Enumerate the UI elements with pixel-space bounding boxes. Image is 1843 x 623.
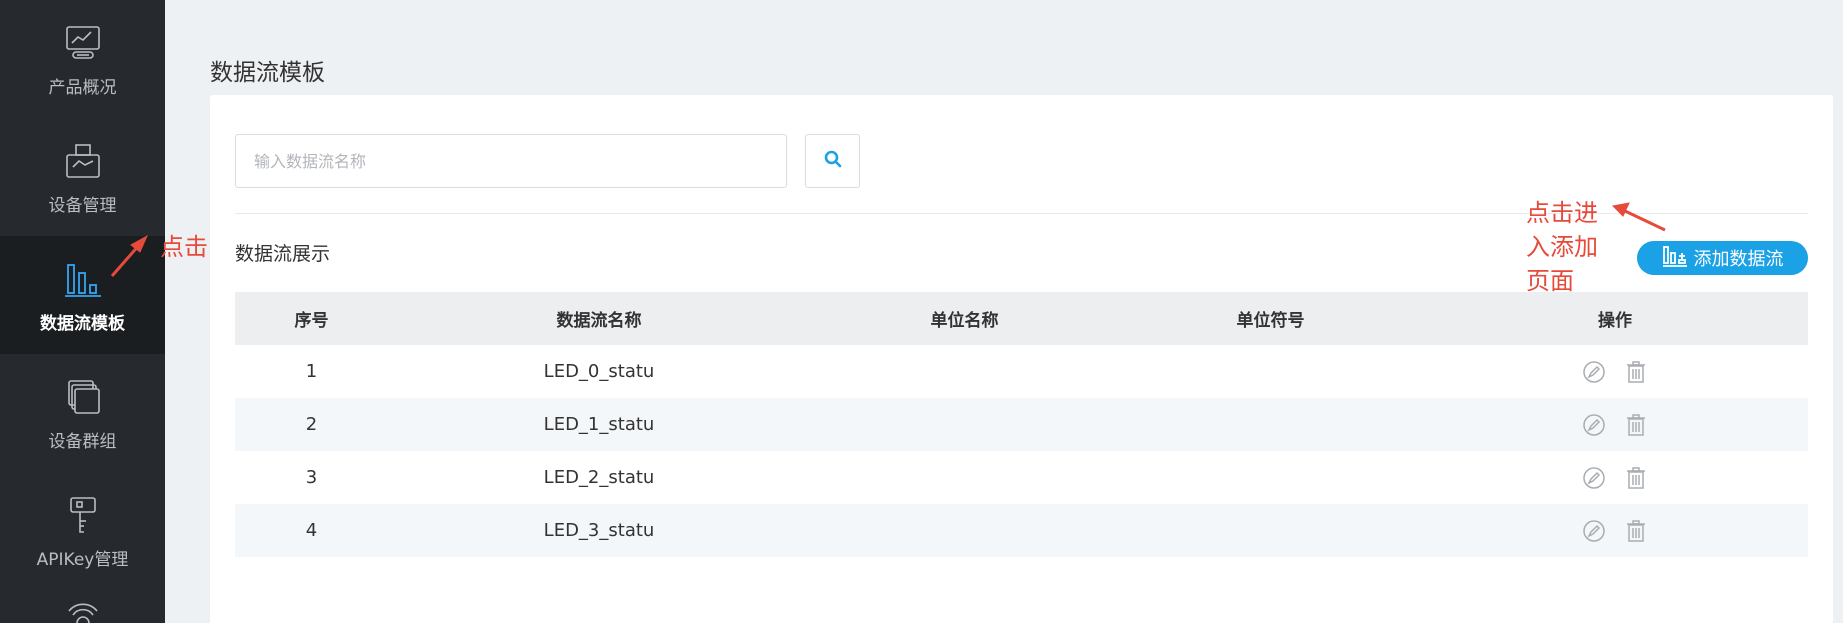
annotation-click-sidebar: 点击 [160,233,208,261]
annotation-line: 页面 [1526,267,1574,295]
annotation-click-add: 点击进 入添加 页面 [1526,196,1598,298]
annotation-line: 入添加 [1526,233,1598,261]
annotation-line: 点击进 [1526,199,1598,227]
arrow-to-add-button [1611,202,1666,232]
arrow-to-sidebar [110,234,149,277]
annotation-arrows [110,202,1666,277]
